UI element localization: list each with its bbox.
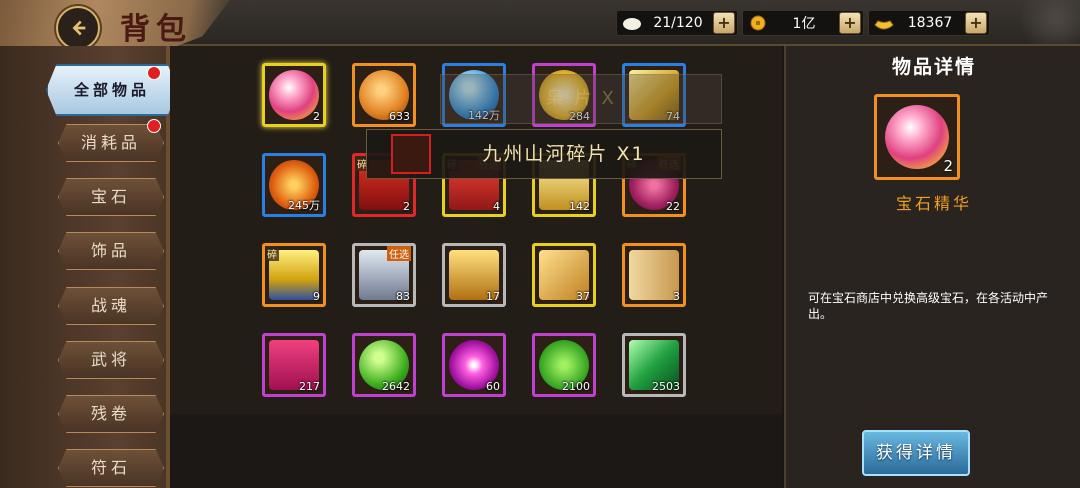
inventory-slot[interactable]: 633 bbox=[352, 63, 416, 127]
item-quantity: 3 bbox=[673, 290, 680, 303]
detail-panel: 物品详情 2 宝石精华 可在宝石商店中兑换高级宝石，在各活动中产出。 获得详情 bbox=[784, 46, 1080, 488]
detail-title: 物品详情 bbox=[891, 56, 976, 78]
item-description: 可在宝石商店中兑换高级宝石，在各活动中产出。 bbox=[808, 291, 1049, 321]
add-stamina-button[interactable]: + bbox=[713, 12, 735, 34]
page-title: 背包 bbox=[120, 12, 192, 47]
add-copper-button[interactable]: + bbox=[839, 12, 861, 34]
inventory-slot[interactable]: 60 bbox=[442, 333, 506, 397]
inventory-slot[interactable]: 3 bbox=[622, 243, 686, 307]
item-quantity: 2642 bbox=[382, 380, 410, 393]
rice-bun-icon bbox=[623, 18, 641, 30]
pink-gem-icon bbox=[885, 105, 949, 169]
item-quantity: 4 bbox=[493, 200, 500, 213]
notification-dot bbox=[147, 66, 161, 80]
inventory-slot[interactable]: 2642 bbox=[352, 333, 416, 397]
corner-ornament bbox=[1000, 0, 1080, 44]
item-quantity: 60 bbox=[486, 380, 500, 393]
stamina-value: 21/120 bbox=[653, 15, 703, 31]
selected-item-qty: 2 bbox=[943, 157, 953, 175]
item-quantity: 245万 bbox=[288, 199, 320, 212]
inventory-slot[interactable]: 碎9 bbox=[262, 243, 326, 307]
copper-resource: 1亿 + bbox=[742, 10, 864, 36]
grid-footer bbox=[170, 414, 782, 488]
tab-gems[interactable]: 宝石 bbox=[58, 178, 164, 216]
choice-tag: 任选 bbox=[387, 246, 411, 261]
tab-accessories[interactable]: 饰品 bbox=[58, 232, 164, 270]
inventory-slot[interactable]: 2100 bbox=[532, 333, 596, 397]
add-gold-button[interactable]: + bbox=[965, 12, 987, 34]
inventory-slot[interactable]: 2503 bbox=[622, 333, 686, 397]
item-quantity: 9 bbox=[313, 290, 320, 303]
inventory-slot[interactable]: 17 bbox=[442, 243, 506, 307]
back-button[interactable] bbox=[56, 6, 100, 50]
inventory-slot[interactable]: 217 bbox=[262, 333, 326, 397]
pink-gem-icon bbox=[269, 70, 319, 120]
item-quantity: 2503 bbox=[652, 380, 680, 393]
inventory-slot[interactable]: 245万 bbox=[262, 153, 326, 217]
reward-toast: 九州山河碎片 X1 bbox=[366, 129, 722, 179]
gold-resource: 18367 + bbox=[868, 10, 990, 36]
item-quantity: 2 bbox=[313, 110, 320, 123]
item-quantity: 2100 bbox=[562, 380, 590, 393]
gold-ingot-icon bbox=[874, 20, 894, 30]
tab-fragments[interactable]: 残卷 bbox=[58, 395, 164, 433]
notification-dot bbox=[147, 119, 161, 133]
item-quantity: 22 bbox=[666, 200, 680, 213]
scroll-icon bbox=[629, 250, 679, 300]
item-quantity: 17 bbox=[486, 290, 500, 303]
item-quantity: 217 bbox=[299, 380, 320, 393]
fading-toast: 枭 片 X bbox=[440, 74, 722, 124]
back-arrow-icon bbox=[72, 20, 86, 36]
item-quantity: 2 bbox=[403, 200, 410, 213]
tab-war-souls[interactable]: 战魂 bbox=[58, 287, 164, 325]
selected-item-name: 宝石精华 bbox=[895, 194, 972, 213]
tab-generals[interactable]: 武将 bbox=[58, 341, 164, 379]
toast-text: 九州山河碎片 X1 bbox=[482, 143, 646, 165]
fragment-tag: 碎 bbox=[265, 246, 279, 261]
item-quantity: 142 bbox=[569, 200, 590, 213]
inventory-slot[interactable]: 2 bbox=[262, 63, 326, 127]
stamina-resource: 21/120 + bbox=[616, 10, 738, 36]
item-quantity: 633 bbox=[389, 110, 410, 123]
copper-coin-icon bbox=[750, 15, 766, 31]
obtain-details-button[interactable]: 获得详情 bbox=[862, 430, 970, 476]
inventory-slot[interactable]: 任选 83 bbox=[352, 243, 416, 307]
inventory-slot[interactable]: 37 bbox=[532, 243, 596, 307]
item-quantity: 83 bbox=[396, 290, 410, 303]
item-quantity: 37 bbox=[576, 290, 590, 303]
selected-item-icon: 2 bbox=[874, 94, 960, 180]
copper-value: 1亿 bbox=[792, 16, 816, 32]
tab-rune-stones[interactable]: 符石 bbox=[58, 449, 164, 487]
gold-value: 18367 bbox=[907, 15, 953, 31]
